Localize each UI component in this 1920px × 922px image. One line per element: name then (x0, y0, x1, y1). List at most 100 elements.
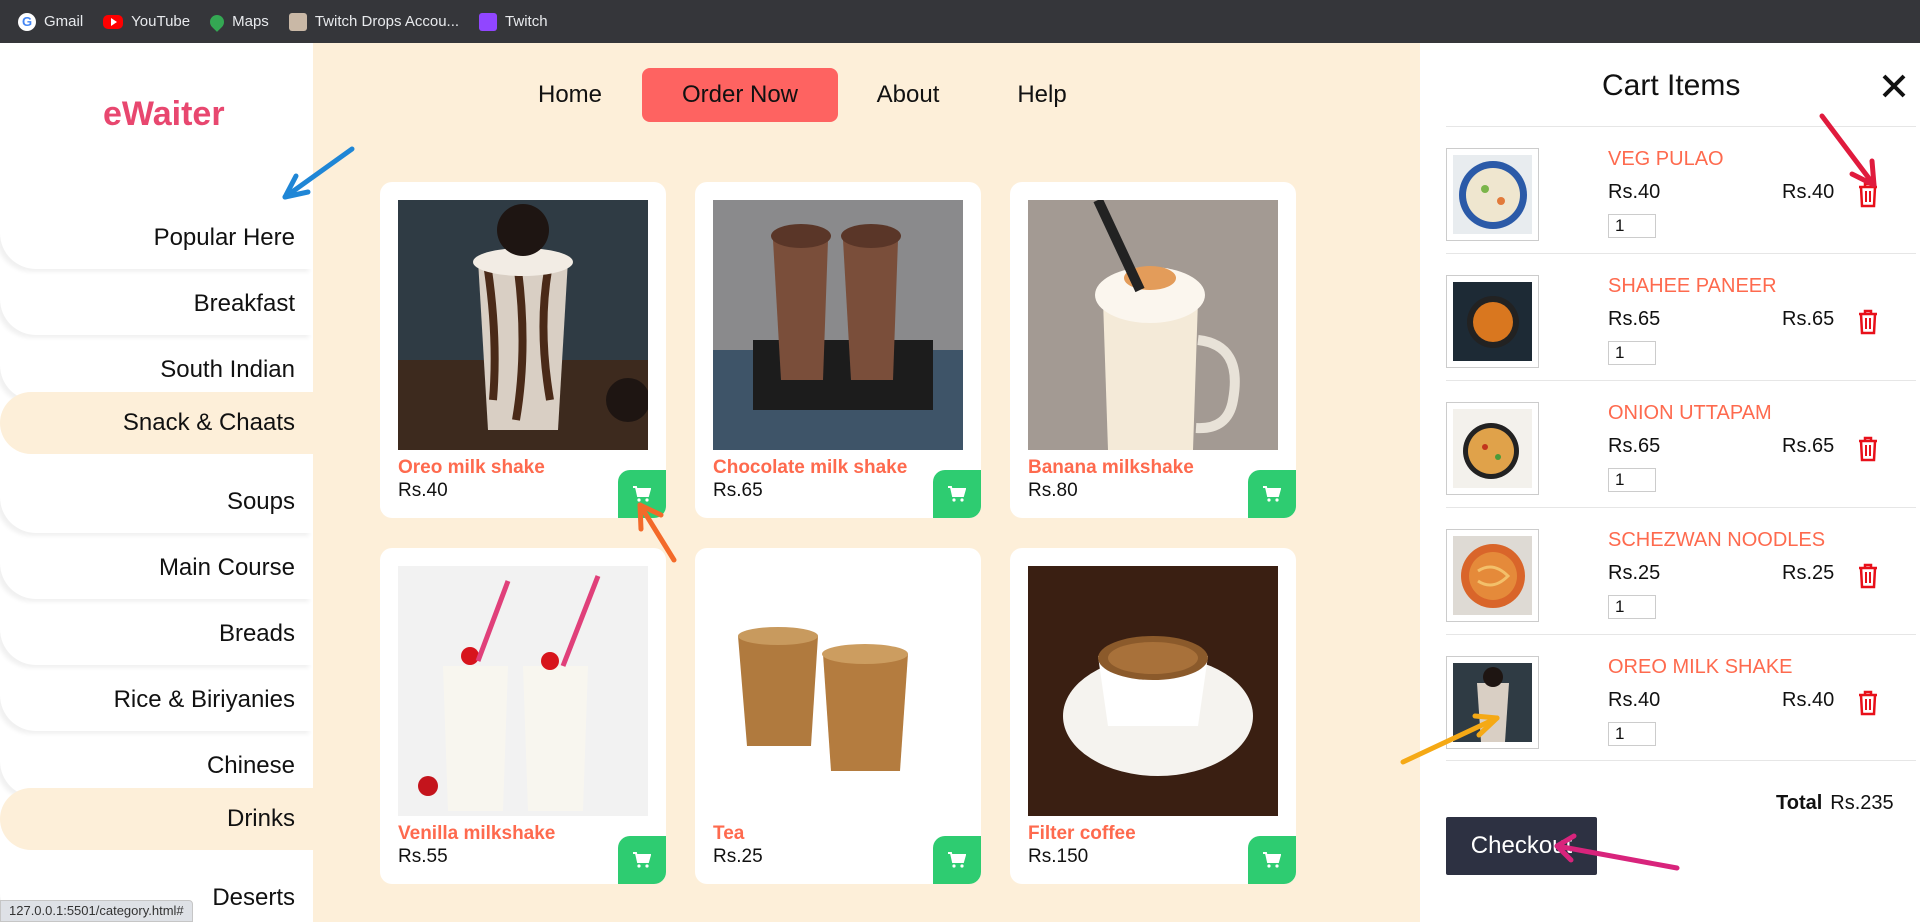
product-card: Filter coffee Rs.150 (1010, 548, 1296, 884)
category-popular-here[interactable]: Popular Here (0, 207, 313, 269)
product-card: Chocolate milk shake Rs.65 (695, 182, 981, 518)
youtube-icon (103, 14, 124, 29)
quantity-input[interactable] (1608, 468, 1656, 492)
cart-item-price: Rs.65 (1608, 308, 1661, 330)
bookmark-twitch[interactable]: Twitch (479, 12, 548, 31)
add-to-cart-button[interactable] (1248, 470, 1296, 518)
bookmark-maps[interactable]: Maps (207, 11, 269, 32)
cart-item-price: Rs.65 (1608, 435, 1661, 457)
category-main-course[interactable]: Main Course (0, 537, 313, 599)
product-image (398, 200, 648, 450)
category-breakfast[interactable]: Breakfast (0, 273, 313, 335)
trash-icon[interactable] (1857, 563, 1879, 589)
status-bar-url: 127.0.0.1:5501/category.html# (0, 900, 193, 922)
nav-order-now[interactable]: Order Now (642, 68, 838, 122)
product-card: Oreo milk shake Rs.40 (380, 182, 666, 518)
bookmark-twitch-drops[interactable]: Twitch Drops Accou... (288, 12, 460, 31)
cart-item-image (1446, 275, 1539, 368)
cart-item: SHAHEE PANEER Rs.65 Rs.65 (1446, 253, 1916, 380)
brand-logo[interactable]: eWaiter (103, 95, 225, 134)
quantity-input[interactable] (1608, 722, 1656, 746)
cart-panel: Cart Items VEG PULAO Rs.40 Rs.40 SHAHEE … (1420, 43, 1920, 922)
add-to-cart-button[interactable] (618, 470, 666, 518)
cart-icon (1263, 852, 1281, 868)
twitch-drops-icon (288, 12, 307, 31)
product-price: Rs.40 (398, 480, 448, 501)
product-card: Tea Rs.25 (695, 548, 981, 884)
bookmark-label: YouTube (131, 13, 191, 30)
cart-item-price: Rs.25 (1608, 562, 1661, 584)
cart-item: ONION UTTAPAM Rs.65 Rs.65 (1446, 380, 1916, 507)
cart-item: SCHEZWAN NOODLES Rs.25 Rs.25 (1446, 507, 1916, 634)
close-icon[interactable] (1876, 68, 1912, 104)
product-image (713, 566, 963, 816)
product-name: Banana milkshake (1028, 457, 1194, 478)
product-card: Banana milkshake Rs.80 (1010, 182, 1296, 518)
bookmarks-bar: Gmail YouTube Maps Twitch Drops Accou...… (0, 0, 1920, 43)
product-card: Venilla milkshake Rs.55 (380, 548, 666, 884)
cart-icon (948, 486, 966, 502)
cart-item-total: Rs.65 (1782, 435, 1835, 457)
bookmark-youtube[interactable]: YouTube (103, 13, 190, 30)
category-soups[interactable]: Soups (0, 471, 313, 533)
cart-item-total: Rs.65 (1782, 308, 1835, 330)
product-name: Oreo milk shake (398, 457, 545, 478)
total-label: Total (1776, 792, 1823, 814)
cart-item: OREO MILK SHAKE Rs.40 Rs.40 (1446, 634, 1916, 761)
product-price: Rs.65 (713, 480, 763, 501)
add-to-cart-button[interactable] (933, 470, 981, 518)
product-price: Rs.25 (713, 846, 763, 867)
trash-icon[interactable] (1857, 690, 1879, 716)
category-snack-chaats[interactable]: Snack & Chaats (0, 392, 313, 454)
product-image (1028, 200, 1278, 450)
product-image (713, 200, 963, 450)
bookmark-label: Twitch (505, 13, 548, 30)
cart-icon (633, 486, 651, 502)
product-image (398, 566, 648, 816)
cart-title: Cart Items (1602, 69, 1741, 102)
nav-home[interactable]: Home (530, 68, 610, 122)
checkout-button[interactable]: Checkout (1446, 817, 1597, 875)
nav-about[interactable]: About (868, 68, 948, 122)
bookmark-gmail[interactable]: Gmail (18, 12, 84, 31)
product-price: Rs.80 (1028, 480, 1078, 501)
category-rice-biriyanies[interactable]: Rice & Biriyanies (0, 669, 313, 731)
quantity-input[interactable] (1608, 595, 1656, 619)
category-sidebar: eWaiter Popular Here Breakfast South Ind… (0, 43, 313, 922)
category-breads[interactable]: Breads (0, 603, 313, 665)
maps-icon (207, 11, 228, 32)
cart-icon (1263, 486, 1281, 502)
cart-item-total: Rs.40 (1782, 181, 1835, 203)
quantity-input[interactable] (1608, 214, 1656, 238)
trash-icon[interactable] (1857, 309, 1879, 335)
cart-item-image (1446, 656, 1539, 749)
cart-item: VEG PULAO Rs.40 Rs.40 (1446, 126, 1916, 253)
gmail-icon (18, 12, 36, 31)
cart-item-price: Rs.40 (1608, 689, 1661, 711)
quantity-input[interactable] (1608, 341, 1656, 365)
add-to-cart-button[interactable] (933, 836, 981, 884)
product-name: Venilla milkshake (398, 823, 556, 844)
add-to-cart-button[interactable] (618, 836, 666, 884)
product-image (1028, 566, 1278, 816)
cart-item-name: ONION UTTAPAM (1608, 402, 1772, 424)
cart-item-image (1446, 402, 1539, 495)
trash-icon[interactable] (1857, 182, 1879, 208)
bookmark-label: Maps (232, 13, 269, 30)
product-price: Rs.55 (398, 846, 448, 867)
bookmark-label: Gmail (44, 13, 84, 30)
cart-item-name: OREO MILK SHAKE (1608, 656, 1793, 678)
product-price: Rs.150 (1028, 846, 1089, 867)
cart-item-image (1446, 148, 1539, 241)
bookmark-label: Twitch Drops Accou... (314, 13, 460, 30)
cart-item-total: Rs.40 (1782, 689, 1835, 711)
cart-total: Total Rs.235 (1776, 792, 1894, 815)
add-to-cart-button[interactable] (1248, 836, 1296, 884)
cart-icon (633, 852, 651, 868)
nav-help[interactable]: Help (1002, 68, 1082, 122)
cart-icon (948, 852, 966, 868)
product-name: Chocolate milk shake (713, 457, 908, 478)
trash-icon[interactable] (1857, 436, 1879, 462)
category-drinks[interactable]: Drinks (0, 788, 313, 850)
total-value: Rs.235 (1830, 792, 1894, 814)
